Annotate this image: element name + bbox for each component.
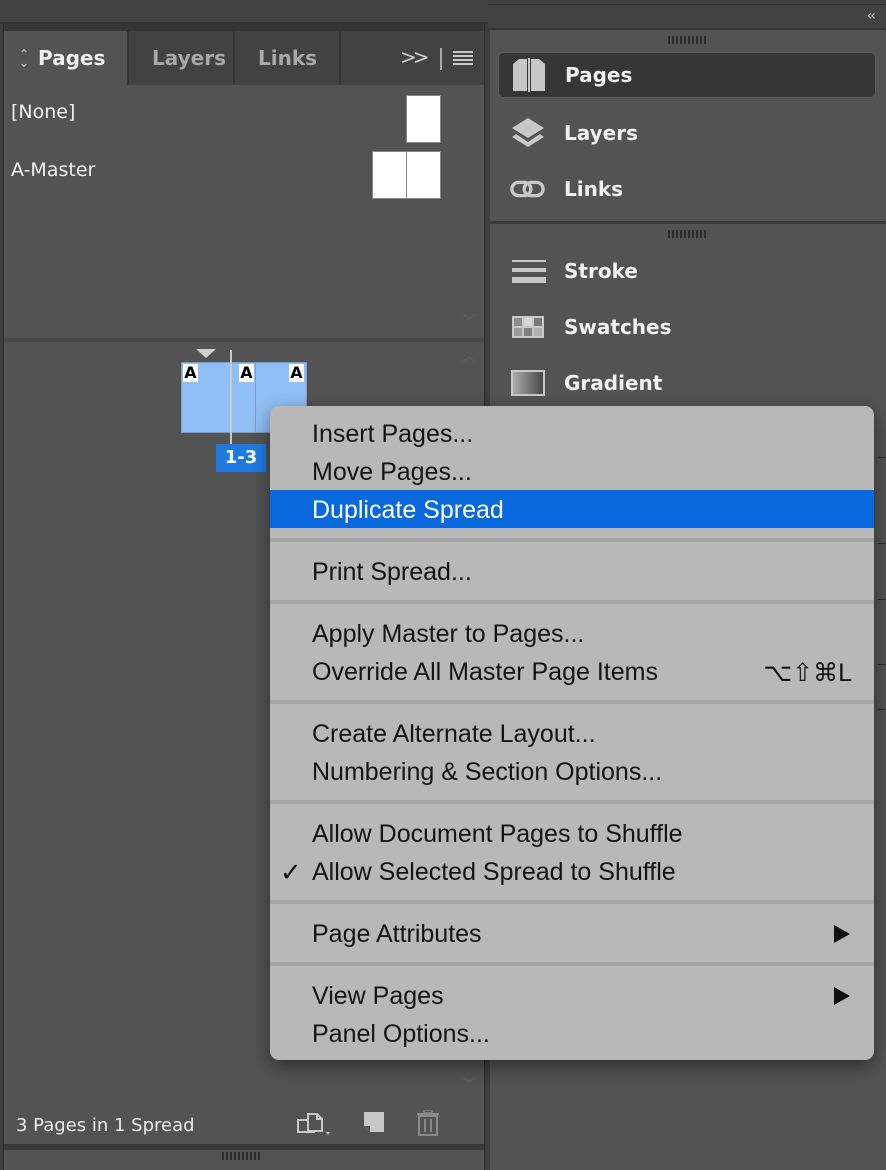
master-thumbnail-left[interactable] bbox=[372, 151, 407, 199]
group-grip[interactable] bbox=[668, 230, 708, 238]
gradient-icon bbox=[511, 370, 545, 396]
panel-bottom-bar bbox=[4, 1144, 484, 1150]
master-prefix: A bbox=[289, 363, 304, 382]
dock-item-layers[interactable]: Layers bbox=[498, 110, 876, 156]
menu-item-allow-selected-spread-shuffle[interactable]: ✓ Allow Selected Spread to Shuffle bbox=[270, 852, 874, 890]
menu-separator bbox=[270, 800, 874, 804]
menu-item-create-alternate-layout[interactable]: Create Alternate Layout... bbox=[270, 714, 874, 752]
menu-item-override-master-items[interactable]: Override All Master Page Items ⌥⇧⌘L bbox=[270, 652, 874, 690]
menu-item-label: Allow Selected Spread to Shuffle bbox=[312, 858, 676, 886]
dock-item-stroke[interactable]: Stroke bbox=[498, 248, 876, 294]
links-icon bbox=[510, 180, 545, 198]
submenu-arrow-icon bbox=[834, 925, 850, 943]
menu-item-move-pages[interactable]: Move Pages... bbox=[270, 452, 874, 490]
master-prefix: A bbox=[183, 363, 198, 382]
master-name: A-Master bbox=[11, 159, 96, 181]
master-thumbnail[interactable] bbox=[406, 95, 441, 143]
tab-label: Pages bbox=[38, 46, 106, 70]
menu-item-panel-options[interactable]: Panel Options... bbox=[270, 1014, 874, 1052]
spread-indicator-icon bbox=[196, 349, 216, 358]
submenu-arrow-icon bbox=[834, 987, 850, 1005]
menu-item-duplicate-spread[interactable]: Duplicate Spread bbox=[270, 490, 874, 528]
dock-item-label: Stroke bbox=[564, 259, 638, 283]
edit-page-size-icon[interactable] bbox=[296, 1110, 332, 1138]
delete-page-icon[interactable] bbox=[416, 1110, 440, 1136]
expand-collapse-icon[interactable]: ⌃ ⌃ bbox=[18, 48, 30, 69]
menu-separator bbox=[270, 700, 874, 704]
dock-item-label: Pages bbox=[565, 63, 633, 87]
menu-item-label: Print Spread... bbox=[312, 558, 472, 586]
scroll-up-icon[interactable]: ︿ bbox=[462, 346, 476, 366]
dock-item-gradient[interactable]: Gradient bbox=[498, 360, 876, 406]
panel-title-strip[interactable] bbox=[0, 0, 488, 24]
divider bbox=[440, 48, 442, 70]
menu-item-numbering-section-options[interactable]: Numbering & Section Options... bbox=[270, 752, 874, 790]
menu-item-label: Insert Pages... bbox=[312, 420, 474, 448]
menu-item-view-pages[interactable]: View Pages bbox=[270, 976, 874, 1014]
swatches-icon bbox=[512, 316, 544, 338]
menu-item-label: Apply Master to Pages... bbox=[312, 620, 585, 648]
menu-item-print-spread[interactable]: Print Spread... bbox=[270, 552, 874, 590]
dock-item-label: Gradient bbox=[564, 371, 663, 395]
tab-label: Links bbox=[258, 46, 318, 70]
menu-separator bbox=[270, 538, 874, 542]
menu-item-apply-master[interactable]: Apply Master to Pages... bbox=[270, 614, 874, 652]
layers-icon bbox=[512, 118, 544, 147]
menu-separator bbox=[270, 962, 874, 966]
collapse-dock-icon[interactable]: ‹‹ bbox=[867, 8, 876, 24]
dock-item-links[interactable]: Links bbox=[498, 166, 876, 212]
menu-item-label: Numbering & Section Options... bbox=[312, 758, 663, 786]
menu-item-insert-pages[interactable]: Insert Pages... bbox=[270, 414, 874, 452]
panel-tab-bar: ⌃ ⌃ Pages Layers Links >> bbox=[4, 24, 484, 85]
indesign-workspace: ⌃ ⌃ Pages Layers Links >> [None] A-Maste… bbox=[0, 0, 886, 1170]
menu-item-label: Duplicate Spread bbox=[312, 496, 504, 524]
menu-item-label: Panel Options... bbox=[312, 1020, 490, 1048]
dock-item-label: Layers bbox=[564, 121, 638, 145]
tab-pages[interactable]: ⌃ ⌃ Pages bbox=[4, 31, 129, 85]
scroll-down-icon[interactable]: ﹀ bbox=[462, 1074, 476, 1094]
panel-menu-icon[interactable] bbox=[453, 51, 473, 66]
keyboard-shortcut: ⌥⇧⌘L bbox=[763, 659, 852, 687]
menu-item-label: Override All Master Page Items bbox=[312, 658, 658, 686]
dock-item-label: Swatches bbox=[564, 315, 672, 339]
resize-grip[interactable] bbox=[222, 1152, 262, 1160]
menu-item-label: Allow Document Pages to Shuffle bbox=[312, 820, 683, 848]
menu-separator bbox=[270, 600, 874, 604]
tab-overflow-icon[interactable]: >> bbox=[400, 45, 429, 69]
new-page-icon[interactable] bbox=[362, 1110, 386, 1134]
page-count-status: 3 Pages in 1 Spread bbox=[16, 1115, 195, 1136]
menu-item-label: Create Alternate Layout... bbox=[312, 720, 596, 748]
checkmark-icon: ✓ bbox=[280, 857, 302, 887]
menu-item-label: View Pages bbox=[312, 982, 444, 1010]
master-item-none[interactable]: [None] bbox=[4, 95, 484, 143]
pages-context-menu: Insert Pages... Move Pages... Duplicate … bbox=[270, 406, 874, 1060]
menu-item-label: Page Attributes bbox=[312, 920, 482, 948]
master-prefix: A bbox=[239, 363, 254, 382]
spread-page-label[interactable]: 1-3 bbox=[216, 444, 266, 472]
tab-layers[interactable]: Layers bbox=[131, 31, 235, 85]
group-grip[interactable] bbox=[668, 36, 708, 44]
scroll-down-icon[interactable]: ﹀ bbox=[462, 311, 476, 331]
menu-separator bbox=[270, 900, 874, 904]
menu-item-page-attributes[interactable]: Page Attributes bbox=[270, 914, 874, 952]
panel-footer: 3 Pages in 1 Spread bbox=[4, 1100, 484, 1144]
stroke-icon bbox=[512, 260, 546, 283]
dock-item-pages[interactable]: Pages bbox=[498, 52, 876, 98]
menu-item-allow-document-pages-shuffle[interactable]: Allow Document Pages to Shuffle bbox=[270, 814, 874, 852]
dock-item-swatches[interactable]: Swatches bbox=[498, 304, 876, 350]
tab-label: Layers bbox=[152, 46, 226, 70]
section-divider[interactable] bbox=[4, 338, 484, 342]
dock-item-label: Links bbox=[564, 177, 624, 201]
dock-header: ‹‹ bbox=[488, 4, 886, 30]
tab-links[interactable]: Links bbox=[237, 31, 341, 85]
pages-icon bbox=[513, 58, 545, 92]
master-item-a-master[interactable]: A-Master bbox=[4, 151, 484, 209]
master-thumbnail-right[interactable] bbox=[406, 151, 441, 199]
master-name: [None] bbox=[11, 101, 76, 123]
group-divider bbox=[490, 221, 886, 224]
menu-item-label: Move Pages... bbox=[312, 458, 472, 486]
